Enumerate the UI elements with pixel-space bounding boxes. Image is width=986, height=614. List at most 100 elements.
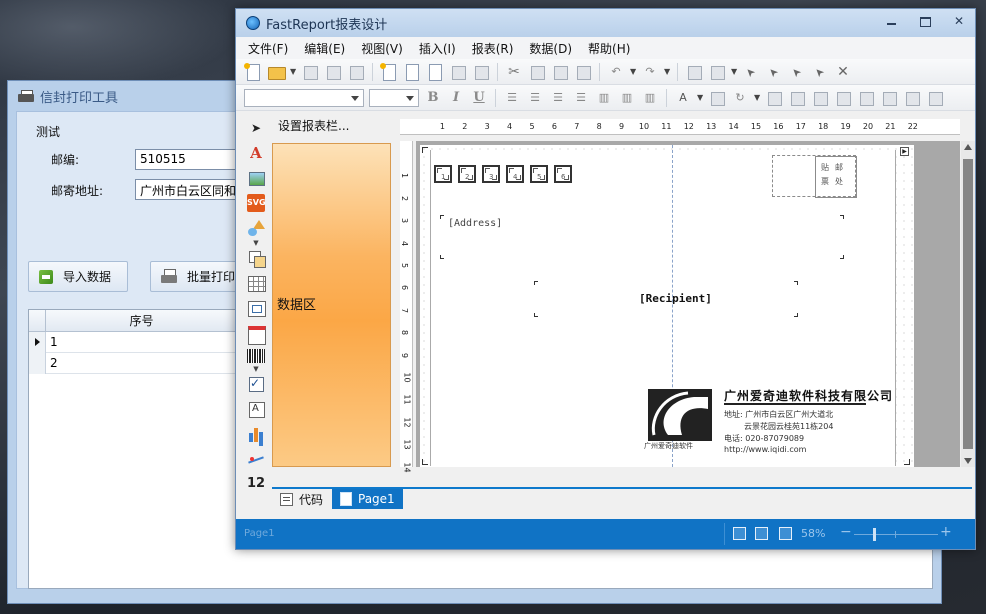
select-pointer-icon[interactable]: [742, 63, 760, 81]
row-selector-icon[interactable]: [29, 332, 46, 353]
delete-object-icon[interactable]: [834, 63, 852, 81]
new-dialog-icon[interactable]: [403, 63, 421, 81]
sparkline-object-icon[interactable]: [247, 450, 265, 468]
zip-code-box[interactable]: 3: [482, 165, 500, 183]
justify-icon[interactable]: ☰: [572, 89, 590, 107]
align-center-icon[interactable]: ☰: [526, 89, 544, 107]
copy-icon[interactable]: [528, 63, 546, 81]
menu-view[interactable]: 视图(V): [361, 40, 403, 57]
rotate-icon[interactable]: ↻: [731, 89, 749, 107]
text-object-icon[interactable]: A: [247, 144, 265, 162]
valign-bottom-icon[interactable]: ▥: [641, 89, 659, 107]
richtext-object-icon[interactable]: [247, 400, 265, 418]
minimize-button[interactable]: [881, 14, 901, 30]
align-dropdown-icon[interactable]: ▼: [731, 67, 737, 76]
company-name[interactable]: 广州爱奇迪软件科技有限公司: [724, 387, 893, 404]
text-color-dropdown-icon[interactable]: ▼: [697, 93, 703, 102]
hand-pointer-icon[interactable]: [765, 63, 783, 81]
company-logo-icon[interactable]: [648, 389, 712, 441]
company-phone[interactable]: 电话: 020-87079089: [724, 433, 804, 444]
barcode-object-icon[interactable]: [247, 349, 265, 363]
row-selector[interactable]: [29, 353, 46, 374]
font-name-combobox[interactable]: [244, 88, 364, 107]
grid-column-header-index[interactable]: 序号: [46, 310, 238, 332]
redo-icon[interactable]: ↷: [641, 63, 659, 81]
menu-insert[interactable]: 插入(I): [419, 40, 456, 57]
menu-report[interactable]: 报表(R): [472, 40, 514, 57]
highlight-icon[interactable]: [708, 89, 726, 107]
menu-help[interactable]: 帮助(H): [588, 40, 630, 57]
checkbox-object-icon[interactable]: [247, 374, 265, 393]
zip-code-box[interactable]: 4: [506, 165, 524, 183]
vertical-scrollbar[interactable]: [961, 141, 975, 467]
grid-corner[interactable]: [29, 310, 46, 332]
zoom-in-icon[interactable]: +: [940, 524, 952, 540]
frame-right-icon[interactable]: [834, 89, 852, 107]
frame-left-icon[interactable]: [811, 89, 829, 107]
scrollbar-thumb[interactable]: [963, 159, 973, 449]
subreport-icon[interactable]: [247, 249, 266, 268]
recipient-field[interactable]: [Recipient]: [639, 292, 712, 305]
page-setup-icon[interactable]: [472, 63, 490, 81]
save-all-icon[interactable]: [324, 63, 342, 81]
matrix-object-icon[interactable]: [247, 299, 266, 317]
font-size-combobox[interactable]: [369, 88, 419, 107]
band-configure-label[interactable]: 设置报表栏...: [278, 117, 349, 134]
menu-data[interactable]: 数据(D): [529, 40, 572, 57]
undo-dropdown-icon[interactable]: ▼: [630, 67, 636, 76]
zip-code-box[interactable]: 5: [530, 165, 548, 183]
menu-file[interactable]: 文件(F): [248, 40, 288, 57]
format-painter-icon[interactable]: [574, 63, 592, 81]
calendar-object-icon[interactable]: [247, 324, 266, 345]
fill-color-icon[interactable]: [926, 89, 944, 107]
view-whole-page-icon[interactable]: [755, 527, 768, 540]
save-icon[interactable]: [301, 63, 319, 81]
chart-object-icon[interactable]: [247, 425, 265, 443]
italic-icon[interactable]: I: [447, 89, 465, 107]
align-left-icon[interactable]: ☰: [503, 89, 521, 107]
zip-code-box[interactable]: 6: [554, 165, 572, 183]
company-address-line[interactable]: 地址: 广州市白云区广州大道北: [724, 409, 833, 420]
select-tool-icon[interactable]: ➤: [247, 119, 265, 137]
frame-bottom-icon[interactable]: [788, 89, 806, 107]
view-page-width-icon[interactable]: [733, 527, 746, 540]
preview-icon[interactable]: [347, 63, 365, 81]
scroll-down-icon[interactable]: [964, 458, 972, 464]
zoom-slider-thumb[interactable]: [873, 528, 876, 541]
edit-text-pointer-icon[interactable]: [811, 63, 829, 81]
redo-dropdown-icon[interactable]: ▼: [664, 67, 670, 76]
new-page-icon[interactable]: [380, 62, 398, 81]
barcode-dropdown-icon[interactable]: ▼: [247, 365, 265, 373]
open-dropdown-icon[interactable]: ▼: [290, 67, 296, 76]
stamp-area[interactable]: 贴邮票处: [772, 155, 857, 198]
text-color-icon[interactable]: A: [674, 89, 692, 107]
zip-code-box[interactable]: 1: [434, 165, 452, 183]
valign-top-icon[interactable]: ▥: [595, 89, 613, 107]
tab-page1[interactable]: Page1: [332, 489, 403, 509]
picture-object-icon[interactable]: [247, 169, 265, 187]
grid-cell-index[interactable]: 2: [50, 353, 58, 374]
close-button[interactable]: ✕: [949, 14, 969, 30]
digital-signature-object-icon[interactable]: 12: [247, 475, 265, 493]
shadow-icon[interactable]: [903, 89, 921, 107]
shape-dropdown-icon[interactable]: ▼: [247, 239, 265, 247]
delete-page-icon[interactable]: [449, 63, 467, 81]
company-website[interactable]: http://www.iqidi.com: [724, 445, 806, 454]
undo-icon[interactable]: ↶: [607, 63, 625, 81]
frame-all-icon[interactable]: [857, 89, 875, 107]
fr-titlebar[interactable]: FastReport报表设计 ✕: [236, 9, 975, 37]
menu-edit[interactable]: 编辑(E): [304, 40, 345, 57]
valign-middle-icon[interactable]: ▥: [618, 89, 636, 107]
grid-cell-index[interactable]: 1: [50, 332, 58, 353]
view-100-icon[interactable]: [779, 527, 792, 540]
zoom-out-icon[interactable]: −: [840, 524, 852, 540]
scroll-up-icon[interactable]: [964, 144, 972, 150]
rotate-dropdown-icon[interactable]: ▼: [754, 93, 760, 102]
import-data-button[interactable]: 导入数据: [28, 261, 128, 292]
company-address-line[interactable]: 云景花园云桂苑11栋204: [744, 421, 833, 432]
maximize-button[interactable]: [915, 14, 935, 30]
paste-icon[interactable]: [551, 63, 569, 81]
open-folder-icon[interactable]: [267, 63, 286, 81]
shape-object-icon[interactable]: [247, 219, 265, 237]
bold-icon[interactable]: B: [424, 89, 442, 107]
